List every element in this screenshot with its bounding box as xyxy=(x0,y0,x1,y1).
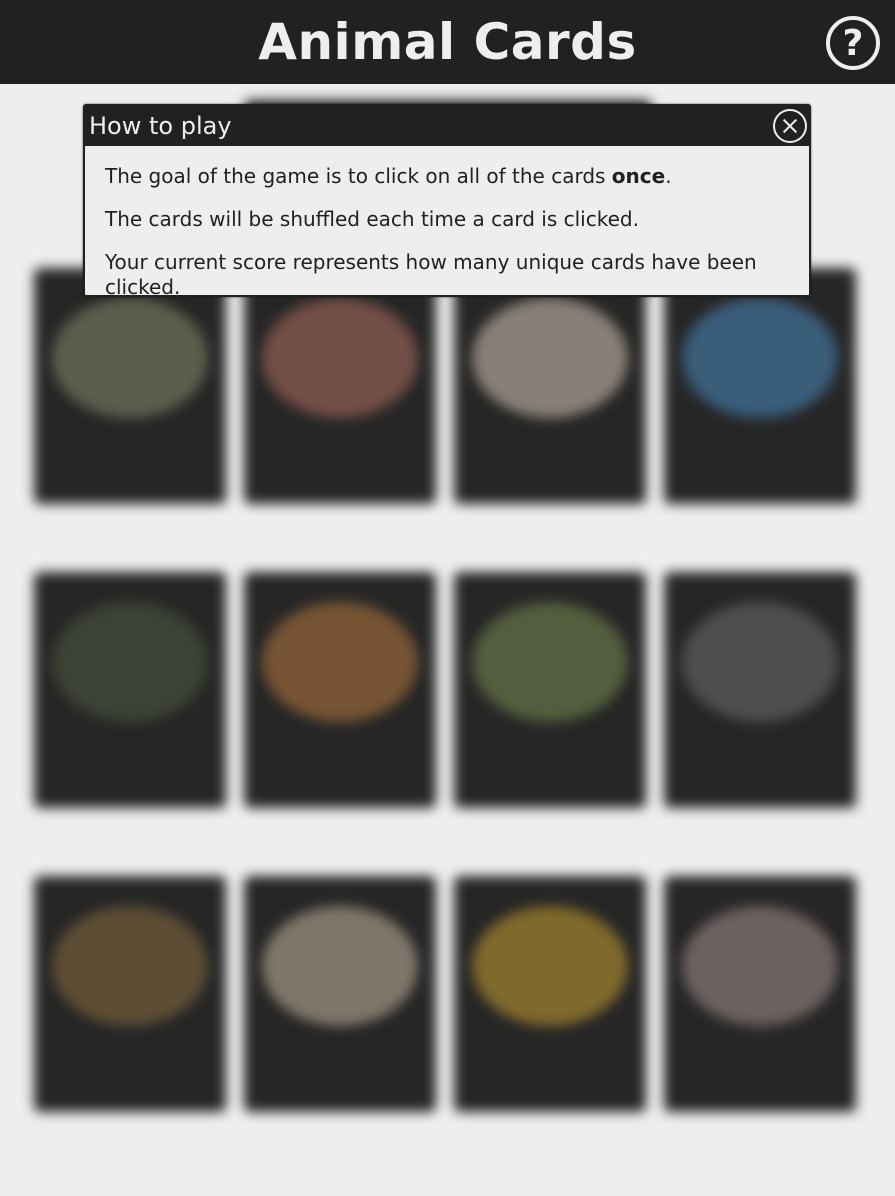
animal-card[interactable] xyxy=(664,876,856,1112)
animal-card[interactable] xyxy=(34,572,226,808)
animal-image xyxy=(472,906,628,1026)
card-grid xyxy=(34,268,862,1112)
animal-card[interactable] xyxy=(454,268,646,504)
animal-image xyxy=(682,906,838,1026)
animal-card[interactable] xyxy=(664,572,856,808)
animal-card[interactable] xyxy=(244,876,436,1112)
animal-image xyxy=(682,298,838,418)
animal-image xyxy=(262,298,418,418)
rule-goal: The goal of the game is to click on all … xyxy=(105,164,672,188)
animal-image xyxy=(52,602,208,722)
app-header: Animal Cards ? xyxy=(0,0,895,84)
animal-card[interactable] xyxy=(34,876,226,1112)
emphasis-once: once xyxy=(611,164,666,188)
rule-shuffle: The cards will be shuffled each time a c… xyxy=(105,207,639,231)
animal-card[interactable] xyxy=(454,876,646,1112)
animal-card[interactable] xyxy=(34,268,226,504)
close-icon[interactable] xyxy=(773,109,807,143)
rule-score: Your current score represents how many u… xyxy=(105,250,757,299)
animal-image xyxy=(472,602,628,722)
animal-card[interactable] xyxy=(454,572,646,808)
modal-body: The goal of the game is to click on all … xyxy=(85,146,809,300)
animal-card[interactable] xyxy=(244,572,436,808)
modal-header: How to play xyxy=(85,106,809,146)
help-icon[interactable]: ? xyxy=(826,16,880,70)
animal-image xyxy=(52,298,208,418)
animal-image xyxy=(472,298,628,418)
animal-image xyxy=(262,602,418,722)
page-title: Animal Cards xyxy=(258,13,637,71)
animal-card[interactable] xyxy=(664,268,856,504)
animal-image xyxy=(52,906,208,1026)
animal-card[interactable] xyxy=(244,268,436,504)
how-to-play-modal: How to play The goal of the game is to c… xyxy=(83,104,811,300)
modal-title: How to play xyxy=(89,112,232,140)
animal-image xyxy=(682,602,838,722)
animal-image xyxy=(262,906,418,1026)
